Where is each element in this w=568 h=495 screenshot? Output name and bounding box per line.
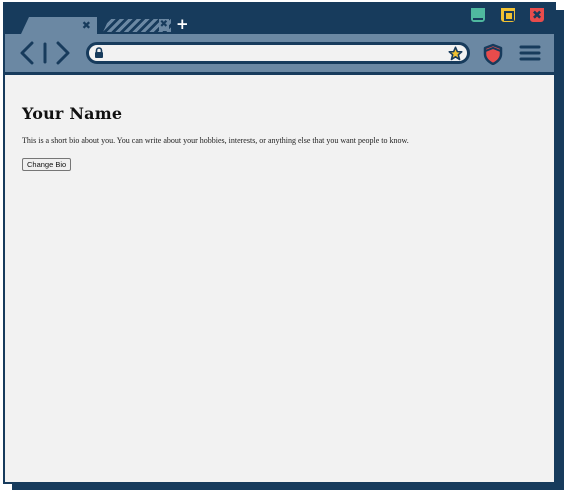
tab-active[interactable]: ✖ (21, 17, 97, 34)
new-tab-button[interactable]: + (176, 16, 189, 32)
change-bio-button[interactable]: Change Bio (22, 158, 72, 171)
page-content: Your Name This is a short bio about you.… (5, 75, 554, 482)
bio-text: This is a short bio about you. You can w… (22, 136, 409, 145)
tab-close-icon[interactable]: ✖ (82, 17, 91, 34)
page-title: Your Name (22, 104, 123, 123)
bookmark-star-icon[interactable] (448, 46, 463, 61)
browser-window: ✖ ✖ + ✖ Your Name This is a short bio ab… (3, 2, 556, 484)
minimize-button[interactable] (469, 6, 487, 24)
shield-icon[interactable] (483, 43, 503, 65)
lock-icon (95, 47, 103, 58)
hamburger-menu-icon[interactable] (519, 44, 541, 62)
toolbar (5, 34, 554, 75)
back-chevron-icon[interactable] (20, 41, 34, 65)
forward-chevron-icon[interactable] (56, 41, 70, 65)
tab-bar: ✖ ✖ + ✖ (5, 4, 554, 34)
tab-close-icon[interactable]: ✖ (158, 19, 169, 31)
address-bar[interactable] (86, 42, 470, 64)
maximize-button[interactable] (499, 6, 517, 24)
navigation-icons (20, 41, 70, 65)
close-window-button[interactable]: ✖ (528, 6, 546, 24)
tab-inactive[interactable]: ✖ (103, 19, 171, 32)
